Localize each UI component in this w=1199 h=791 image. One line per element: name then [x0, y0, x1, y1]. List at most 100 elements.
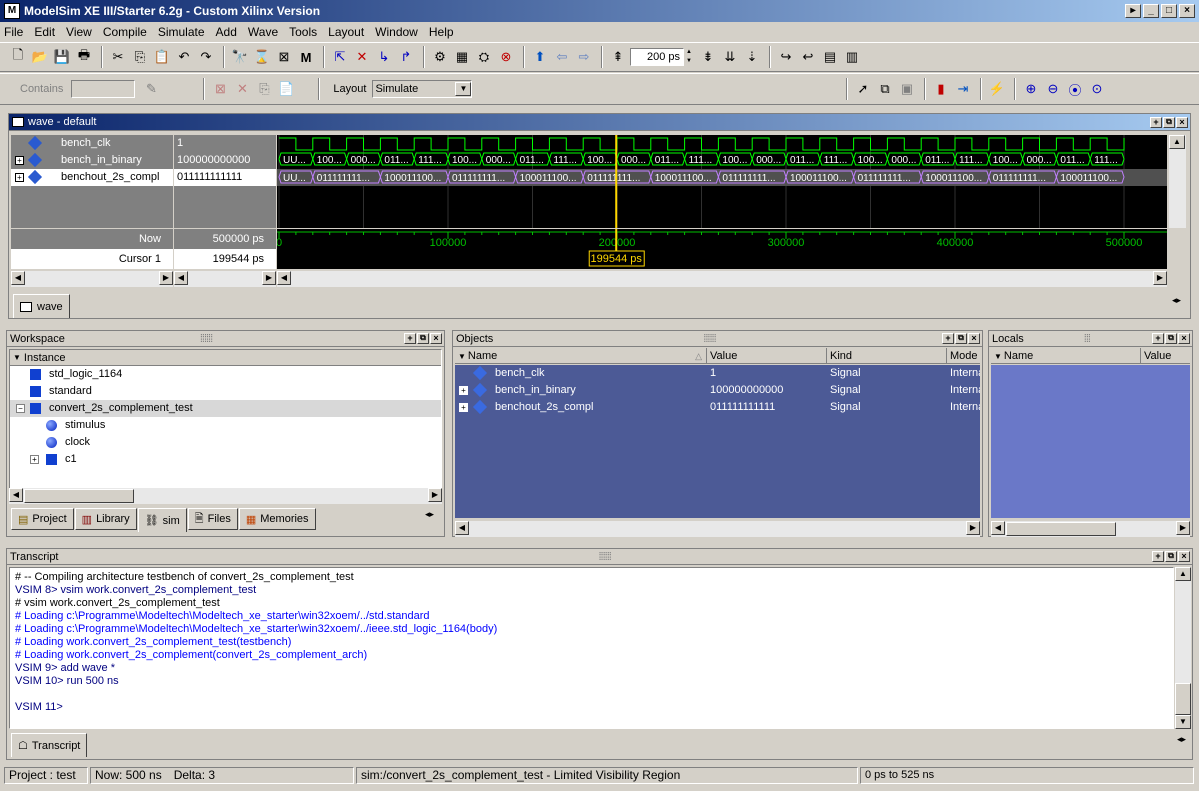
scroll-right-icon[interactable]: ▶ — [1153, 271, 1167, 285]
cut-icon[interactable]: ✂ — [108, 47, 128, 67]
save-icon[interactable]: 💾 — [52, 47, 72, 67]
wave-signal-row[interactable]: + bench_in_binary — [11, 152, 173, 169]
collapse-icon[interactable]: − — [16, 404, 25, 413]
zoom-out-icon[interactable]: ⊖ — [1043, 79, 1063, 99]
column-value[interactable]: Value — [707, 348, 827, 364]
restore-icon[interactable]: ▸ — [1125, 4, 1141, 18]
cursor-label[interactable]: Cursor 1 — [11, 249, 173, 269]
menu-add[interactable]: Add — [216, 25, 237, 39]
delete-all-icon[interactable]: ✕ — [232, 79, 252, 99]
wave-vertical-scrollbar[interactable]: ▲ — [1169, 135, 1186, 228]
expand-icon[interactable]: + — [459, 386, 468, 395]
modelsim-icon[interactable]: M — [296, 47, 316, 67]
time-ruler[interactable]: 0100000200000300000400000500000199544 ps — [277, 229, 1167, 269]
redo-icon[interactable]: ↷ — [196, 47, 216, 67]
tab-project[interactable]: ▤ Project — [11, 508, 74, 530]
menu-file[interactable]: File — [4, 25, 23, 39]
column-name[interactable]: ▼ Name △ — [455, 348, 707, 364]
scroll-thumb[interactable] — [24, 489, 134, 503]
column-name[interactable]: ▼ Name — [991, 348, 1141, 364]
back-arrow-icon[interactable]: ⇦ — [552, 47, 572, 67]
tab-scroll-icon[interactable]: ◂▸ — [425, 509, 434, 520]
menu-tools[interactable]: Tools — [289, 25, 317, 39]
run-length-input[interactable]: 200 ps — [630, 48, 684, 66]
menu-layout[interactable]: Layout — [328, 25, 364, 39]
tab-memories[interactable]: ▦ Memories — [238, 508, 316, 530]
clear-filter-icon[interactable]: ✎ — [141, 79, 161, 99]
workspace-hscrollbar[interactable]: ◀ ▶ — [9, 488, 442, 504]
names-hscrollbar[interactable]: ◀ ▶ — [11, 271, 173, 287]
instance-item[interactable]: std_logic_1164 — [10, 366, 441, 383]
minimize-button[interactable]: _ — [1143, 4, 1159, 18]
dock-icon[interactable]: + — [1150, 116, 1162, 128]
dock-icon[interactable]: + — [942, 333, 954, 344]
objects-hscrollbar[interactable]: ◀ ▶ — [455, 521, 980, 537]
tab-transcript[interactable]: ☖ Transcript — [11, 733, 88, 757]
values-hscrollbar[interactable]: ◀ ▶ — [174, 271, 276, 287]
column-value[interactable]: Value — [1141, 348, 1190, 364]
expand-icon[interactable]: + — [15, 156, 24, 165]
object-row[interactable]: + bench_in_binary 100000000000 Signal Intern… — [455, 382, 980, 399]
zoom-mode-icon[interactable]: ⧉ — [875, 79, 895, 99]
menu-help[interactable]: Help — [429, 25, 454, 39]
run-all-icon[interactable]: ⇣ — [742, 47, 762, 67]
undock-icon[interactable]: ⧉ — [1165, 333, 1177, 344]
object-row[interactable]: bench_clk 1 Signal Interna — [455, 365, 980, 382]
menu-edit[interactable]: Edit — [34, 25, 55, 39]
expand-icon[interactable]: + — [459, 403, 468, 412]
pointer-icon[interactable]: ➚ — [853, 79, 873, 99]
waveform-pane[interactable]: UU... 100... 000... 011... 111... 100... 000..… — [277, 135, 1167, 228]
wave-signal-row[interactable]: + benchout_2s_compl — [11, 169, 173, 186]
delete-cursor-icon[interactable]: ⇥ — [953, 79, 973, 99]
paste-wave-icon[interactable]: 📄 — [276, 79, 296, 99]
open-folder-icon[interactable]: 📂 — [30, 47, 50, 67]
close-pane-icon[interactable]: × — [430, 333, 442, 344]
wave-signal-row[interactable]: bench_clk — [11, 135, 173, 152]
menu-compile[interactable]: Compile — [103, 25, 147, 39]
contains-input[interactable] — [71, 80, 136, 98]
dock-icon[interactable]: + — [1152, 551, 1164, 562]
delete-icon[interactable]: ✕ — [352, 47, 372, 67]
column-mode[interactable]: Mode — [947, 348, 980, 364]
scroll-left-icon[interactable]: ◀ — [11, 271, 25, 285]
close-pane-icon[interactable]: × — [1178, 333, 1190, 344]
menu-window[interactable]: Window — [375, 25, 418, 39]
object-row[interactable]: + benchout_2s_compl 011111111111 Signal Inte… — [455, 399, 980, 416]
insert-cursor-icon[interactable]: ▮ — [931, 79, 951, 99]
undock-icon[interactable]: ⧉ — [1165, 551, 1177, 562]
memory-icon[interactable]: ▥ — [842, 47, 862, 67]
run-icon[interactable]: ⇟ — [698, 47, 718, 67]
undock-icon[interactable]: ⧉ — [417, 333, 429, 344]
scroll-left-icon[interactable]: ◀ — [174, 271, 188, 285]
print-icon[interactable]: 🖶 — [74, 47, 94, 67]
zoom-in-icon[interactable]: ⊕ — [1021, 79, 1041, 99]
scroll-left-icon[interactable]: ◀ — [991, 521, 1005, 535]
drag-handle[interactable]: ⁞⁞⁞⁞⁞⁞ — [703, 333, 716, 345]
expand-icon[interactable]: + — [30, 455, 39, 464]
collapse-icon[interactable]: ⊠ — [274, 47, 294, 67]
wave-hscrollbar[interactable]: ◀ ▶ — [277, 271, 1167, 287]
drag-handle[interactable]: ⁞⁞⁞ — [1084, 333, 1091, 345]
dock-icon[interactable]: + — [404, 333, 416, 344]
restart-icon[interactable]: ⇞ — [608, 47, 628, 67]
bookmark-icon[interactable]: ⌛ — [252, 47, 272, 67]
instance-item[interactable]: + c1 — [10, 451, 441, 468]
zoom-full-icon[interactable]: ⦿ — [1065, 79, 1085, 99]
edit-mode-icon[interactable]: ▣ — [897, 79, 917, 99]
instance-item[interactable]: − convert_2s_complement_test — [10, 400, 441, 417]
instance-item[interactable]: clock — [10, 434, 441, 451]
step-out-icon[interactable]: ↱ — [396, 47, 416, 67]
scroll-left-icon[interactable]: ◀ — [277, 271, 291, 285]
continue-run-icon[interactable]: ⇊ — [720, 47, 740, 67]
scroll-thumb[interactable] — [1175, 683, 1191, 715]
transcript-console[interactable]: # -- Compiling architecture testbench of… — [9, 567, 1174, 729]
copy-icon[interactable]: ⎘ — [130, 47, 150, 67]
simulate-icon[interactable]: ⛭ — [474, 47, 494, 67]
step-in-icon[interactable]: ↳ — [374, 47, 394, 67]
transcript-vscrollbar[interactable]: ▲ ▼ — [1175, 567, 1191, 729]
forward-arrow-icon[interactable]: ⇨ — [574, 47, 594, 67]
new-file-icon[interactable]: 🗋 — [8, 47, 28, 67]
delete-wave-icon[interactable]: ⊠ — [210, 79, 230, 99]
undock-icon[interactable]: ⧉ — [955, 333, 967, 344]
instance-column-header[interactable]: ▼ Instance — [10, 350, 441, 366]
